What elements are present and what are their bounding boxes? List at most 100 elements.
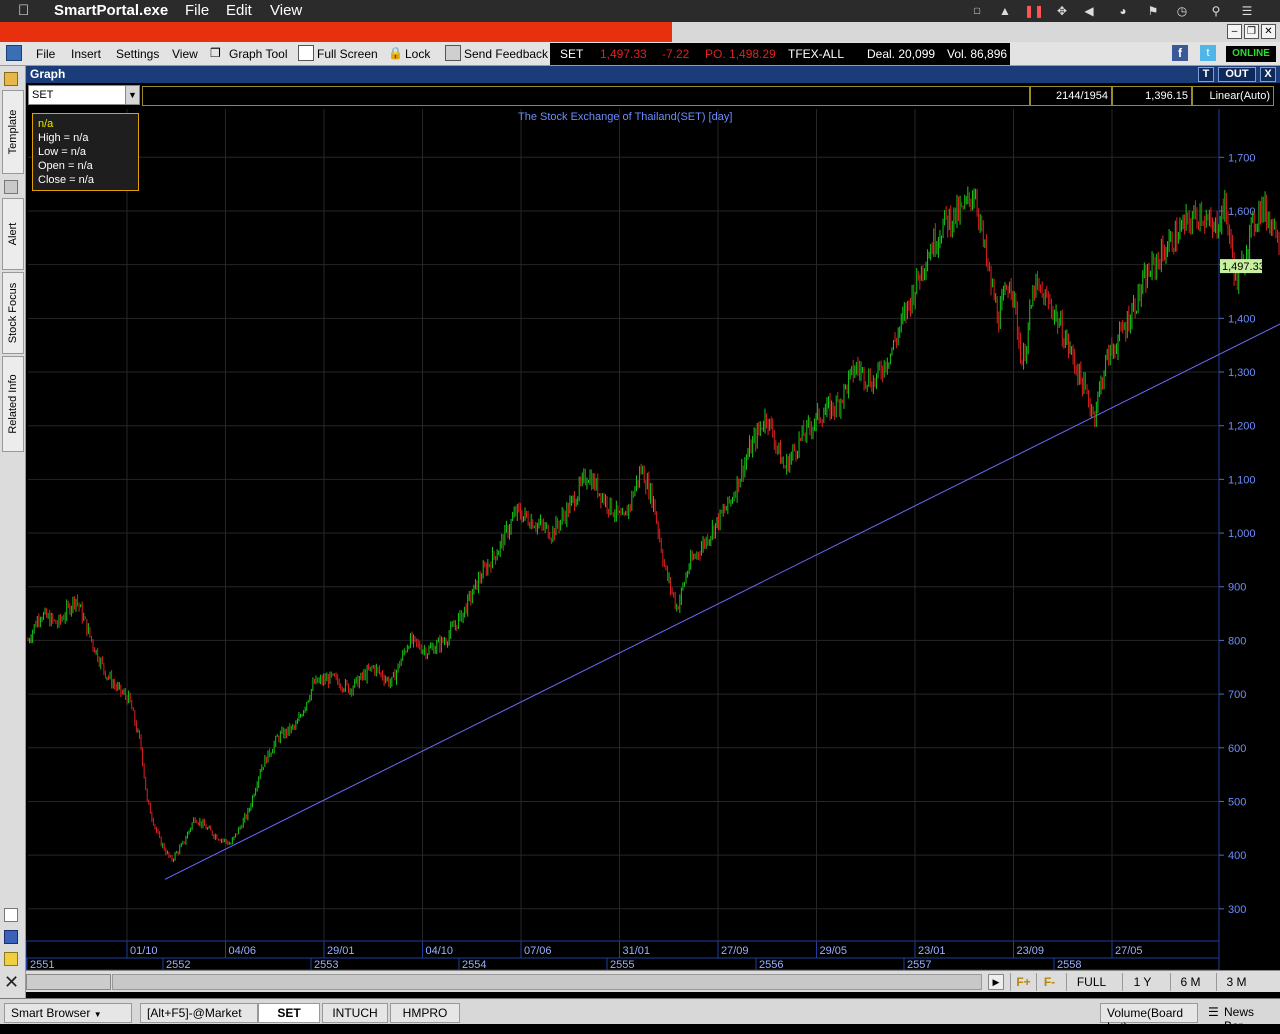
- window-title-bar: [0, 22, 1280, 42]
- smart-browser-select[interactable]: Smart Browser ▼: [4, 1003, 132, 1023]
- zoom-out-button[interactable]: F-: [1036, 973, 1062, 991]
- ohlc-open: Open = n/a: [38, 160, 93, 172]
- alert-icon[interactable]: [4, 180, 18, 194]
- facebook-icon[interactable]: f: [1172, 45, 1188, 61]
- tab-intuch[interactable]: INTUCH: [322, 1003, 388, 1023]
- flag-icon[interactable]: ⚑: [1144, 2, 1162, 20]
- y-tick-label: 600: [1228, 743, 1246, 755]
- sidetab-alert-label: Alert: [7, 222, 19, 246]
- scroll-right-icon[interactable]: ▶: [988, 974, 1004, 990]
- horizontal-scrollbar[interactable]: [112, 974, 982, 990]
- toolbar-full-screen[interactable]: Full Screen: [317, 47, 378, 61]
- app-name[interactable]: SmartPortal.exe: [54, 2, 168, 19]
- x-tick-label: 31/01: [623, 945, 651, 957]
- sidetab-stock-focus-label: Stock Focus: [7, 282, 19, 344]
- toolbar-graph-tool[interactable]: Graph Tool: [229, 47, 287, 61]
- bars-info: 2144/1954: [1030, 86, 1112, 106]
- y-tick-label: 1,000: [1228, 528, 1256, 540]
- menu-view[interactable]: View: [270, 2, 302, 19]
- scale-mode[interactable]: Linear(Auto): [1192, 86, 1274, 106]
- x-tick-label: 27/09: [721, 945, 749, 957]
- scroll-track-left[interactable]: [26, 974, 111, 990]
- network-icon[interactable]: ✥: [1053, 2, 1071, 20]
- y-tick-label: 1,400: [1228, 313, 1256, 325]
- x-tick-label: 04/06: [229, 945, 257, 957]
- search-icon[interactable]: ⚲: [1207, 2, 1225, 20]
- toolbar-view[interactable]: View: [172, 47, 198, 61]
- menu-list-icon[interactable]: ☰: [1238, 2, 1256, 20]
- ticker-change: -7.22: [662, 47, 690, 61]
- x-year-label: 2556: [759, 959, 783, 970]
- clock-icon[interactable]: ◷: [1173, 2, 1191, 20]
- save-icon[interactable]: [4, 930, 18, 944]
- sidetab-template[interactable]: Template: [2, 90, 24, 174]
- home-icon[interactable]: [6, 45, 22, 61]
- ticker-deal: Deal. 20,099: [867, 47, 936, 61]
- tab-set[interactable]: SET: [258, 1003, 320, 1023]
- x-tick-label: 27/05: [1115, 945, 1143, 957]
- feedback-icon: [445, 45, 461, 61]
- y-tick-label: 800: [1228, 635, 1246, 647]
- tab-hmpro[interactable]: HMPRO: [390, 1003, 460, 1023]
- x-year-label: 2552: [166, 959, 190, 970]
- range-full-button[interactable]: FULL: [1066, 973, 1116, 991]
- range-3m-button[interactable]: 3 M: [1216, 973, 1256, 991]
- close-panel-icon[interactable]: ✕: [4, 972, 19, 993]
- x-tick-label: 07/06: [524, 945, 552, 957]
- left-side-panel: Template Alert Stock Focus Related Info …: [0, 66, 26, 998]
- wifi-icon[interactable]: ◕: [1114, 2, 1132, 20]
- x-year-label: 2554: [462, 959, 486, 970]
- symbol-select[interactable]: SET ▼: [28, 85, 140, 105]
- last-price-tag: 1,497.33: [1222, 261, 1265, 273]
- toolbar-lock[interactable]: Lock: [405, 47, 430, 61]
- cursor-value: 1,396.15: [1112, 86, 1192, 106]
- ticker-symbol[interactable]: SET: [560, 47, 583, 61]
- graph-close-button[interactable]: X: [1260, 67, 1276, 82]
- ticker-last: 1,497.33: [600, 47, 647, 61]
- close-window-button[interactable]: ✕: [1261, 24, 1276, 39]
- range-6m-button[interactable]: 6 M: [1170, 973, 1210, 991]
- sidetab-related-info[interactable]: Related Info: [2, 356, 24, 452]
- chart-background: [26, 109, 1280, 970]
- graph-out-button[interactable]: OUT: [1218, 67, 1256, 82]
- menu-file[interactable]: File: [185, 2, 209, 19]
- toolbar-settings[interactable]: Settings: [116, 47, 159, 61]
- add-icon[interactable]: [4, 952, 18, 966]
- apple-icon[interactable]: : [18, 2, 29, 19]
- volume-board-lot[interactable]: Volume(Board Lot): [1100, 1003, 1198, 1034]
- restore-button[interactable]: ❐: [1244, 24, 1259, 39]
- zoom-in-button[interactable]: F+: [1010, 973, 1036, 991]
- sidetab-stock-focus[interactable]: Stock Focus: [2, 272, 24, 354]
- graph-title-bar: Graph T OUT X: [26, 66, 1280, 83]
- sidetab-related-info-label: Related Info: [7, 374, 19, 434]
- bottom-taskbar: Smart Browser ▼ [Alt+F5]-@Market SET INT…: [0, 998, 1280, 1034]
- range-1y-button[interactable]: 1 Y: [1122, 973, 1162, 991]
- y-tick-label: 1,700: [1228, 152, 1256, 164]
- folder-icon[interactable]: [4, 72, 18, 86]
- graph-title: Graph: [30, 67, 66, 81]
- drive-icon[interactable]: ▲: [996, 2, 1014, 20]
- graph-t-button[interactable]: T: [1198, 67, 1214, 82]
- tab-market[interactable]: [Alt+F5]-@Market: [140, 1003, 258, 1023]
- minimize-button[interactable]: –: [1227, 24, 1242, 39]
- x-year-label: 2555: [610, 959, 634, 970]
- x-tick-label: 01/10: [130, 945, 158, 957]
- toolbar-file[interactable]: File: [36, 47, 55, 61]
- ticker-vol: Vol. 86,896: [947, 47, 1008, 61]
- toolbar-insert[interactable]: Insert: [71, 47, 101, 61]
- price-chart[interactable]: 300 400 500 600 700 800 900 1,000 1,100 1,200 1,30…: [26, 109, 1280, 970]
- toolbar-send-feedback[interactable]: Send Feedback: [464, 47, 548, 61]
- x-tick-label: 29/05: [820, 945, 848, 957]
- menu-edit[interactable]: Edit: [226, 2, 252, 19]
- ticker-strip: SET 1,497.33 -7.22 PO. 1,498.29 TFEX-ALL…: [550, 43, 1010, 65]
- x-tick-label: 29/01: [327, 945, 355, 957]
- news-bar[interactable]: News Bar: [1218, 1003, 1278, 1033]
- sidetab-alert[interactable]: Alert: [2, 198, 24, 270]
- volume-icon[interactable]: ◀: [1080, 2, 1098, 20]
- line-icon[interactable]: ▢: [968, 2, 986, 20]
- new-page-icon[interactable]: [4, 908, 18, 922]
- twitter-icon[interactable]: t: [1200, 45, 1216, 61]
- chevron-down-icon[interactable]: ▼: [125, 86, 139, 104]
- ticker-market[interactable]: TFEX-ALL: [788, 47, 844, 61]
- parallels-icon[interactable]: ❚❚: [1024, 2, 1044, 20]
